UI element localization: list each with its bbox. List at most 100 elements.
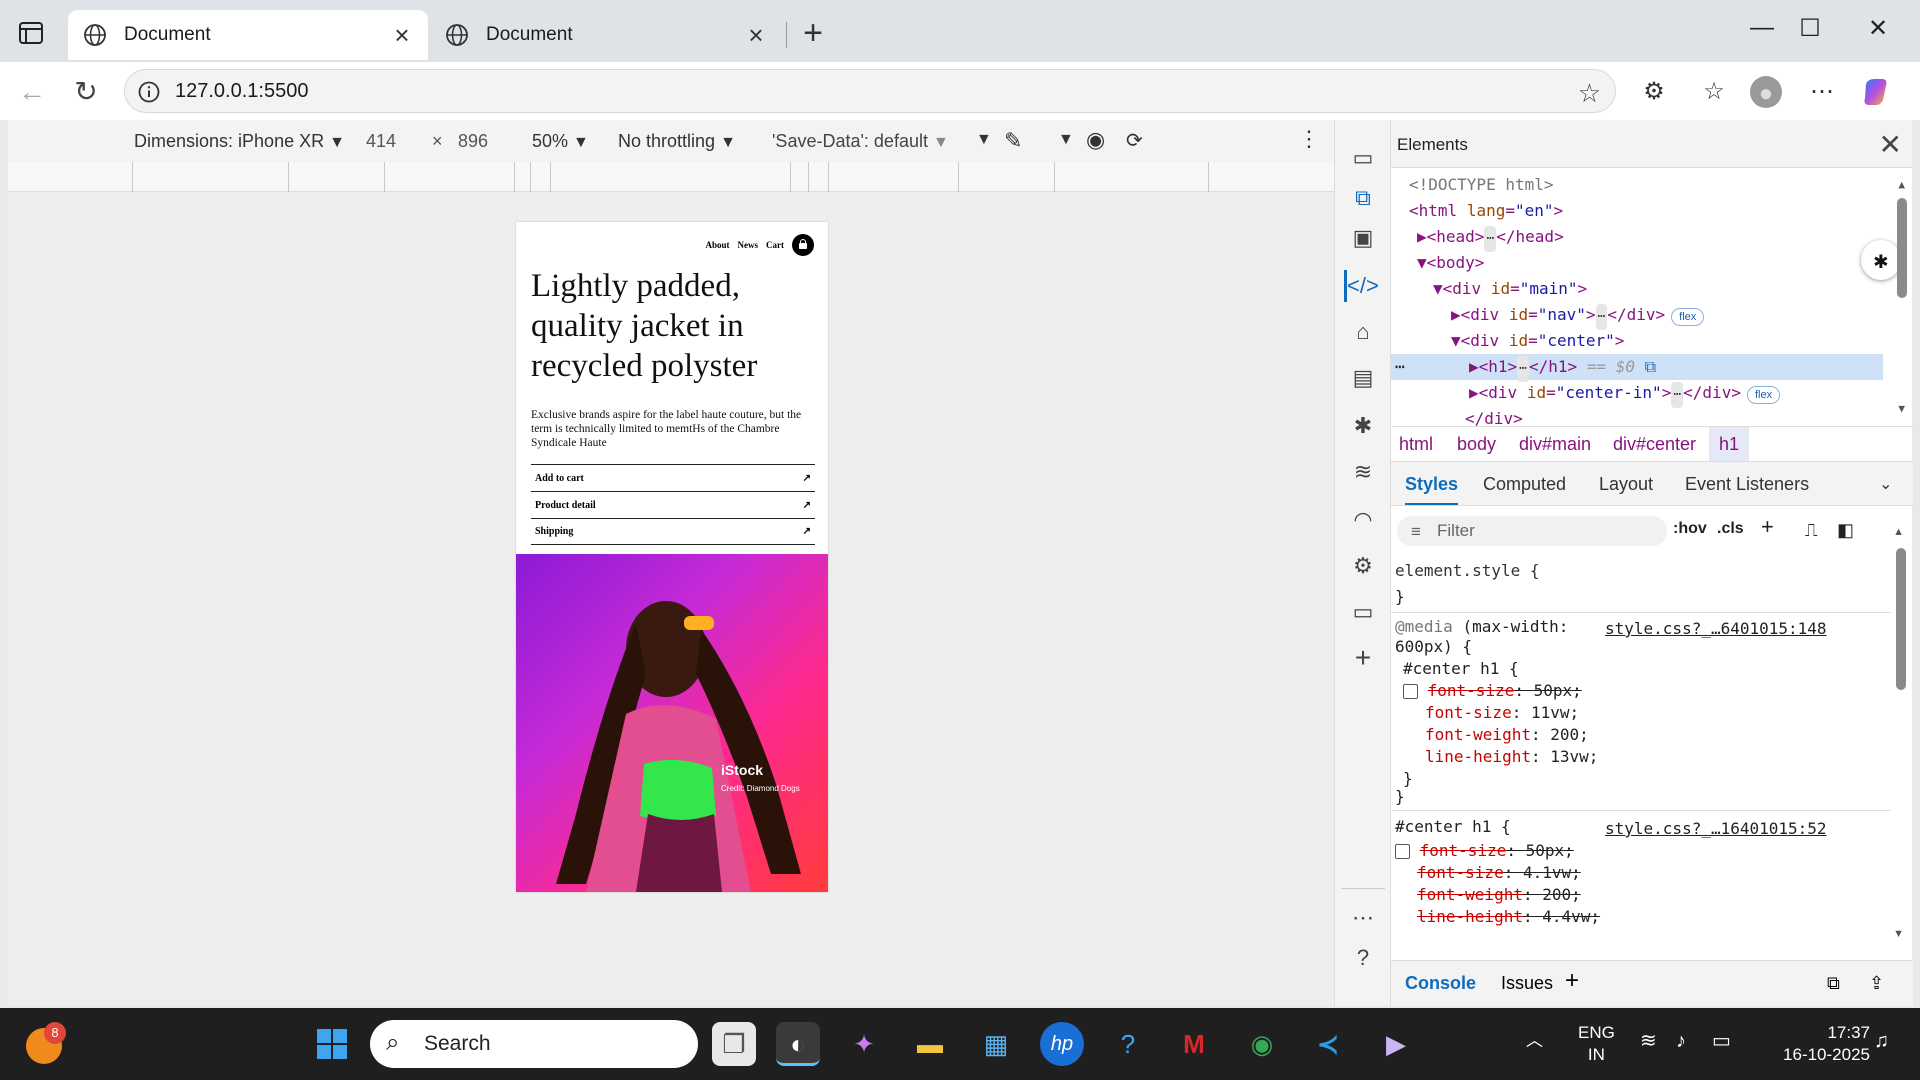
clock[interactable]: 17:37 16-10-2025 [1760, 1022, 1870, 1066]
vscode-icon[interactable]: ≺ [1306, 1022, 1350, 1066]
height-input[interactable]: 896 [458, 131, 488, 152]
notification-bell-icon[interactable]: ♫ [1874, 1030, 1889, 1052]
wifi-icon[interactable]: ≋ [1640, 1030, 1657, 1052]
battery-icon[interactable]: ▭ [1712, 1030, 1731, 1052]
console-icon[interactable]: ▤ [1347, 362, 1379, 394]
row-ellipsis-icon[interactable]: ⋯ [1395, 354, 1405, 380]
maximize-icon[interactable]: ☐ [1790, 14, 1830, 43]
accessibility-icon[interactable]: ✱ [1861, 240, 1901, 280]
element-style-selector[interactable]: element.style { [1395, 560, 1540, 582]
caret-down-icon[interactable]: ▼ [1058, 131, 1074, 149]
style-declaration[interactable]: font-size: 50px; [1395, 840, 1574, 862]
more-menu-icon[interactable]: ⋯ [1804, 74, 1840, 110]
expand-triangle-icon[interactable]: ▶ [1469, 357, 1479, 376]
product-detail-link[interactable]: Product detail ↗ [531, 491, 815, 518]
style-declaration[interactable]: font-size: 50px; [1403, 680, 1582, 702]
expand-triangle-icon[interactable]: ▶ [1451, 305, 1461, 324]
ellipsis-icon[interactable]: ⋯ [1595, 304, 1608, 330]
scroll-up-icon[interactable]: ▲ [1893, 526, 1904, 538]
file-explorer-icon[interactable]: ▬ [908, 1022, 952, 1066]
media-rule[interactable]: @media (max-width: [1395, 616, 1568, 638]
ellipsis-icon[interactable]: ⋯ [1484, 226, 1497, 252]
dimensions-select[interactable]: Dimensions: iPhone XR ▼ [134, 131, 345, 152]
rule-selector[interactable]: #center h1 { [1395, 816, 1511, 838]
chevron-down-icon[interactable]: ⌄ [1879, 474, 1892, 494]
favorites-icon[interactable]: ☆ [1696, 74, 1732, 110]
toggle-checkbox[interactable] [1395, 844, 1410, 859]
application-icon[interactable]: ▭ [1347, 596, 1379, 628]
taskbar-search[interactable]: ⌕ Search [370, 1020, 698, 1068]
close-tab-icon[interactable]: × [390, 20, 414, 51]
add-to-cart-link[interactable]: Add to cart ↗ [531, 464, 815, 491]
crumb-h1[interactable]: h1 [1709, 427, 1750, 461]
windows-start-icon[interactable] [310, 1022, 354, 1066]
crumb-body[interactable]: body [1457, 434, 1496, 455]
device-emulation-icon[interactable]: ⧉ [1347, 182, 1379, 214]
close-devtools-icon[interactable]: ✕ [1879, 128, 1902, 161]
dom-div-center-in[interactable]: ▶<div id="center-in"> ⋯ </div> flex [1469, 380, 1781, 408]
copilot-icon[interactable] [1858, 74, 1894, 110]
tab-layout[interactable]: Layout [1599, 474, 1653, 495]
crumb-div-main[interactable]: div#main [1519, 434, 1591, 455]
flex-badge[interactable]: flex [1671, 308, 1705, 326]
nav-link-about[interactable]: About [705, 240, 729, 250]
style-declaration[interactable]: font-size: 4.1vw; [1417, 862, 1581, 884]
expand-triangle-icon[interactable]: ▶ [1469, 383, 1479, 402]
memory-chip-icon[interactable]: ⚙ [1347, 550, 1379, 582]
tab-computed[interactable]: Computed [1483, 474, 1566, 495]
expand-drawer-icon[interactable]: ⇪ [1869, 973, 1884, 994]
dom-html[interactable]: <html lang="en"> [1409, 198, 1563, 224]
tab-actions-icon[interactable] [16, 18, 46, 48]
elements-tool-icon[interactable]: </> [1344, 270, 1379, 302]
media-query-ruler[interactable] [8, 162, 1334, 192]
cart-lock-icon[interactable] [792, 234, 814, 256]
style-declaration[interactable]: font-weight: 200; [1425, 724, 1589, 746]
dom-div-nav[interactable]: ▶<div id="nav"> ⋯ </div> flex [1451, 302, 1705, 330]
dom-scrollbar[interactable] [1897, 198, 1907, 298]
hov-toggle[interactable]: :hov [1673, 520, 1707, 538]
vision-eye-icon[interactable]: ◉ [1086, 127, 1105, 153]
cls-toggle[interactable]: .cls [1717, 520, 1744, 538]
tab-document[interactable]: Document × [430, 10, 782, 60]
dom-div-main[interactable]: ▼<div id="main"> [1433, 276, 1587, 302]
add-drawer-tab-plus-icon[interactable]: + [1565, 967, 1579, 995]
tab-event-listeners[interactable]: Event Listeners [1685, 474, 1809, 495]
toggle-checkbox[interactable] [1403, 684, 1418, 699]
dom-h1-selected[interactable]: ⋯ ▶<h1> ⋯ </h1> == $0 ⧉ [1391, 354, 1883, 382]
zoom-select[interactable]: 50% ▼ [532, 131, 589, 152]
dock-drawer-icon[interactable]: ⧉ [1827, 973, 1840, 994]
microsoft-store-icon[interactable]: ▦ [974, 1022, 1018, 1066]
language-indicator[interactable]: ENG IN [1578, 1022, 1615, 1066]
tab-document-active[interactable]: Document × [68, 10, 428, 60]
volume-icon[interactable]: ♪ [1676, 1030, 1686, 1052]
info-icon[interactable] [137, 80, 161, 104]
home-icon[interactable]: ⌂ [1347, 316, 1379, 348]
throttling-select[interactable]: No throttling ▼ [618, 131, 736, 152]
address-bar[interactable]: 127.0.0.1:5500 ☆ [124, 69, 1616, 113]
styles-filter-input[interactable]: ≡ Filter [1397, 516, 1667, 546]
task-view-icon[interactable]: ❐ [712, 1022, 756, 1066]
nav-link-news[interactable]: News [738, 240, 759, 250]
caret-down-icon[interactable]: ▼ [976, 131, 992, 149]
more-tools-plus-icon[interactable]: + [1347, 642, 1379, 674]
styles-scrollbar[interactable] [1896, 548, 1906, 690]
dom-doctype[interactable]: <!DOCTYPE html> [1409, 172, 1554, 198]
edge-browser-icon[interactable]: ◐ [776, 1022, 820, 1066]
shipping-link[interactable]: Shipping ↗ [531, 518, 815, 545]
media-player-icon[interactable]: ▶ [1374, 1022, 1418, 1066]
toggle-sidebar-icon[interactable]: ◧ [1837, 520, 1854, 541]
hp-app-icon[interactable]: hp [1040, 1022, 1084, 1066]
tab-console[interactable]: Console [1405, 973, 1476, 994]
collapse-triangle-icon[interactable]: ▼ [1433, 279, 1443, 298]
close-tab-icon[interactable]: × [744, 20, 768, 51]
source-link[interactable]: style.css?_…6401015:148 [1605, 619, 1827, 638]
dom-body[interactable]: ▼<body> [1417, 250, 1484, 276]
extensions-icon[interactable]: ⚙ [1636, 74, 1672, 110]
crumb-html[interactable]: html [1399, 434, 1433, 455]
style-declaration[interactable]: font-size: 11vw; [1425, 702, 1579, 724]
more-icon[interactable]: ⋯ [1347, 902, 1379, 934]
network-wifi-icon[interactable]: ≋ [1347, 456, 1379, 488]
scroll-down-icon[interactable]: ▼ [1893, 928, 1904, 940]
welcome-icon[interactable]: ▣ [1347, 222, 1379, 254]
copilot-app-icon[interactable]: ✦ [842, 1022, 886, 1066]
